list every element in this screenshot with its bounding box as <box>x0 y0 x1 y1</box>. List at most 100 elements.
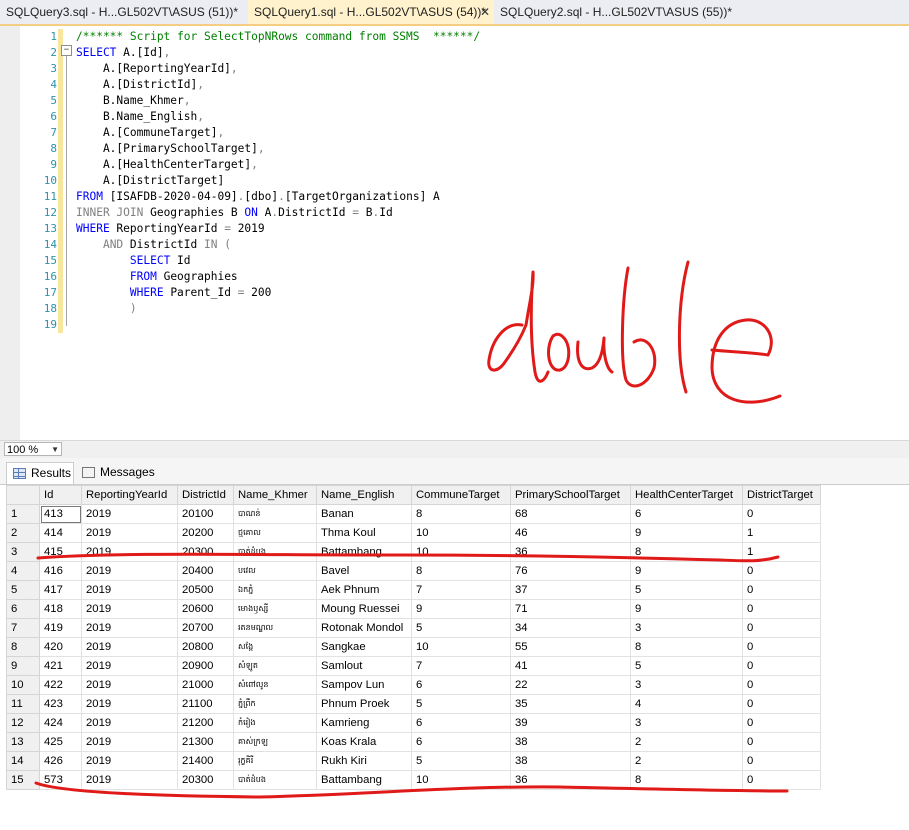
table-row[interactable]: 14 426 2019 21400 រុក្ខគិរី Rukh Kiri 5 38 2 0 <box>6 751 821 771</box>
grid-cell[interactable]: 7 <box>411 580 511 600</box>
grid-cell[interactable]: 2019 <box>81 618 178 638</box>
grid-cell[interactable]: 2019 <box>81 542 178 562</box>
row-number[interactable]: 11 <box>6 694 40 714</box>
grid-cell[interactable]: 5 <box>411 751 511 771</box>
grid-cell[interactable]: 2019 <box>81 770 178 790</box>
grid-cell[interactable]: សំឡូត <box>233 656 317 676</box>
table-row[interactable]: 4 416 2019 20400 បវេល Bavel 8 76 9 0 <box>6 561 821 581</box>
grid-cell[interactable]: 0 <box>742 675 821 695</box>
grid-cell[interactable]: 21400 <box>177 751 234 771</box>
grid-cell[interactable]: ឯកភ្នំ <box>233 580 317 600</box>
grid-cell[interactable]: Battambang <box>316 770 412 790</box>
column-header[interactable]: DistrictId <box>177 485 234 505</box>
grid-cell[interactable]: 0 <box>742 580 821 600</box>
grid-cell[interactable]: 415 <box>39 542 82 562</box>
grid-cell[interactable]: Thma Koul <box>316 523 412 543</box>
grid-cell[interactable]: 38 <box>510 732 631 752</box>
grid-cell[interactable]: 22 <box>510 675 631 695</box>
grid-cell[interactable]: 0 <box>742 713 821 733</box>
grid-cell[interactable]: សំពៅលូន <box>233 675 317 695</box>
grid-cell[interactable]: 21000 <box>177 675 234 695</box>
grid-cell[interactable]: 6 <box>630 504 743 524</box>
column-header[interactable]: Id <box>39 485 82 505</box>
code-line[interactable]: INNER JOIN Geographies B ON A.DistrictId… <box>76 205 480 221</box>
grid-cell[interactable]: 421 <box>39 656 82 676</box>
grid-cell[interactable]: 20900 <box>177 656 234 676</box>
code-line[interactable]: FROM Geographies <box>76 269 480 285</box>
grid-cell[interactable]: 414 <box>39 523 82 543</box>
grid-cell[interactable]: 0 <box>742 504 821 524</box>
grid-cell[interactable]: 8 <box>411 561 511 581</box>
grid-cell[interactable]: 0 <box>742 561 821 581</box>
tab-results[interactable]: Results <box>6 462 74 484</box>
results-grid[interactable]: Id ReportingYearId DistrictId Name_Khmer Nam… <box>6 485 821 790</box>
grid-cell[interactable]: 6 <box>411 713 511 733</box>
grid-cell[interactable]: 36 <box>510 770 631 790</box>
table-row[interactable]: 3 415 2019 20300 បាត់ដំបង Battambang 10 36 8 1 <box>6 542 821 562</box>
code-line[interactable]: A.[PrimarySchoolTarget], <box>76 141 480 157</box>
tab-sqlquery1[interactable]: SQLQuery1.sql - H...GL502VT\ASUS (54))* ✕ <box>248 0 494 24</box>
column-header[interactable]: PrimarySchoolTarget <box>510 485 631 505</box>
grid-cell[interactable]: 34 <box>510 618 631 638</box>
column-header[interactable]: DistrictTarget <box>742 485 821 505</box>
grid-cell[interactable]: 2019 <box>81 599 178 619</box>
grid-cell[interactable]: 10 <box>411 637 511 657</box>
grid-cell[interactable]: 9 <box>630 523 743 543</box>
grid-cell[interactable]: 0 <box>742 732 821 752</box>
code-line[interactable]: AND DistrictId IN ( <box>76 237 480 253</box>
grid-cell[interactable]: Rukh Kiri <box>316 751 412 771</box>
row-number[interactable]: 5 <box>6 580 40 600</box>
row-number[interactable]: 4 <box>6 561 40 581</box>
grid-cell[interactable]: 6 <box>411 732 511 752</box>
row-number[interactable]: 15 <box>6 770 40 790</box>
grid-cell[interactable]: 422 <box>39 675 82 695</box>
grid-cell[interactable]: 20700 <box>177 618 234 638</box>
code-line[interactable]: A.[DistrictTarget] <box>76 173 480 189</box>
grid-cell[interactable]: 5 <box>630 580 743 600</box>
grid-cell[interactable]: 41 <box>510 656 631 676</box>
grid-cell[interactable]: Aek Phnum <box>316 580 412 600</box>
grid-cell[interactable]: 9 <box>630 561 743 581</box>
grid-cell[interactable]: 20500 <box>177 580 234 600</box>
grid-cell[interactable]: 5 <box>411 694 511 714</box>
grid-cell[interactable]: 0 <box>742 618 821 638</box>
table-row[interactable]: 9 421 2019 20900 សំឡូត Samlout 7 41 5 0 <box>6 656 821 676</box>
grid-cell[interactable]: រុក្ខគិរី <box>233 751 317 771</box>
row-number[interactable]: 2 <box>6 523 40 543</box>
grid-cell[interactable]: 413 <box>39 504 82 524</box>
grid-cell[interactable]: 418 <box>39 599 82 619</box>
tab-messages[interactable]: Messages <box>76 462 156 483</box>
grid-cell[interactable]: 2019 <box>81 713 178 733</box>
grid-cell[interactable]: 10 <box>411 542 511 562</box>
grid-cell[interactable]: 2019 <box>81 732 178 752</box>
grid-cell[interactable]: 20300 <box>177 770 234 790</box>
grid-cell[interactable]: 37 <box>510 580 631 600</box>
grid-cell[interactable]: 21300 <box>177 732 234 752</box>
column-header[interactable]: Name_Khmer <box>233 485 317 505</box>
grid-cell[interactable]: 46 <box>510 523 631 543</box>
code-line[interactable]: /****** Script for SelectTopNRows comman… <box>76 29 480 45</box>
grid-cell[interactable]: Koas Krala <box>316 732 412 752</box>
grid-cell[interactable]: 55 <box>510 637 631 657</box>
grid-cell[interactable]: 8 <box>630 637 743 657</box>
grid-cell[interactable]: ថ្មគោល <box>233 523 317 543</box>
row-number[interactable]: 8 <box>6 637 40 657</box>
row-number[interactable]: 6 <box>6 599 40 619</box>
code-line[interactable]: B.Name_English, <box>76 109 480 125</box>
grid-cell[interactable]: 2019 <box>81 504 178 524</box>
table-row[interactable]: 6 418 2019 20600 មោងឫស្សី Moung Ruessei 9 71 9 0 <box>6 599 821 619</box>
grid-cell[interactable]: 9 <box>630 599 743 619</box>
grid-cell[interactable]: 39 <box>510 713 631 733</box>
table-row[interactable]: 8 420 2019 20800 សង្កែ Sangkae 10 55 8 0 <box>6 637 821 657</box>
grid-cell[interactable]: 20100 <box>177 504 234 524</box>
grid-cell[interactable]: 0 <box>742 656 821 676</box>
grid-cell[interactable]: 0 <box>742 599 821 619</box>
code-line[interactable]: WHERE Parent_Id = 200 <box>76 285 480 301</box>
grid-cell[interactable]: 420 <box>39 637 82 657</box>
row-number[interactable]: 10 <box>6 675 40 695</box>
table-row[interactable]: 13 425 2019 21300 គាស់ក្រឡ Koas Krala 6 38 2 0 <box>6 732 821 752</box>
grid-cell[interactable]: 8 <box>630 770 743 790</box>
grid-cell[interactable]: 20200 <box>177 523 234 543</box>
grid-cell[interactable]: 36 <box>510 542 631 562</box>
grid-cell[interactable]: 20400 <box>177 561 234 581</box>
